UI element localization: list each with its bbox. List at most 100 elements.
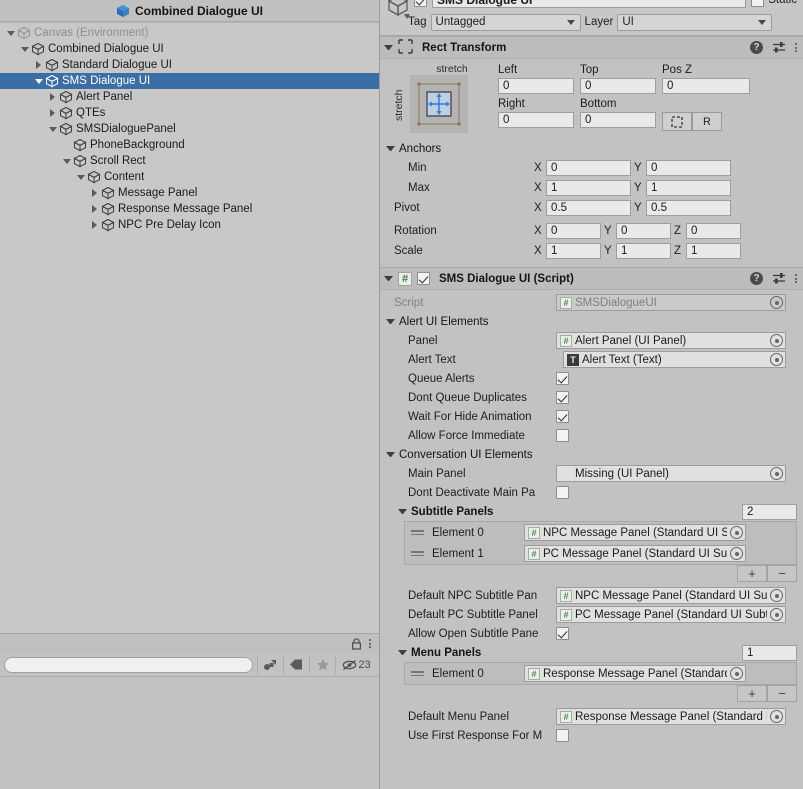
array-element-field[interactable]: # Response Message Panel (Standard (524, 665, 746, 682)
subtitle-panels-size-input[interactable]: 2 (742, 503, 797, 520)
expand-arrow-icon[interactable] (32, 57, 45, 73)
bottom-input[interactable]: 0 (580, 112, 656, 128)
main-panel-field[interactable]: Missing (UI Panel) (556, 465, 786, 482)
expand-arrow-icon[interactable] (32, 73, 45, 89)
object-picker-icon[interactable] (770, 353, 783, 366)
object-picker-icon[interactable] (730, 667, 743, 680)
tag-dropdown[interactable]: Untagged (430, 13, 581, 31)
alert-object-field[interactable]: # Alert Panel (UI Panel) (556, 332, 786, 349)
rotation-z-input[interactable]: 0 (686, 223, 741, 239)
alert-object-field[interactable]: T Alert Text (Text) (563, 351, 786, 368)
alert-ui-elements-foldout[interactable]: Alert UI Elements (386, 312, 797, 331)
default-menu-field[interactable]: # Response Message Panel (Standard l (556, 708, 786, 725)
hierarchy-item-qtes[interactable]: QTEs (0, 105, 379, 121)
anchors-foldout[interactable]: Anchors (386, 139, 797, 158)
hierarchy-item-message-panel[interactable]: Message Panel (0, 185, 379, 201)
expand-arrow-icon[interactable] (74, 169, 87, 185)
object-picker-icon[interactable] (770, 296, 783, 309)
expand-arrow-icon[interactable] (60, 153, 73, 169)
posz-input[interactable]: 0 (662, 78, 750, 94)
expand-arrow-icon[interactable] (60, 137, 73, 153)
hierarchy-tab[interactable]: Combined Dialogue UI (116, 4, 263, 18)
hidden-objects-filter[interactable]: 23 (335, 655, 377, 674)
raw-edit-button[interactable]: R (692, 112, 722, 131)
array-element-field[interactable]: # PC Message Panel (Standard UI Sub (524, 545, 746, 562)
scale-y-input[interactable]: 1 (616, 243, 671, 259)
drag-handle-icon[interactable] (411, 530, 424, 535)
hierarchy-item-alert-panel[interactable]: Alert Panel (0, 89, 379, 105)
anchor-max-x-input[interactable]: 1 (546, 180, 631, 196)
pivot-y-input[interactable]: 0.5 (646, 200, 731, 216)
add-subtitle-panel-button[interactable]: + (737, 565, 767, 582)
gameobject-active-checkbox[interactable] (414, 0, 427, 7)
left-input[interactable]: 0 (498, 78, 574, 94)
anchor-min-x-input[interactable]: 0 (546, 160, 631, 176)
remove-menu-panel-button[interactable]: − (767, 685, 797, 702)
use-first-response-checkbox[interactable] (556, 729, 569, 742)
allow-open-checkbox[interactable] (556, 627, 569, 640)
object-picker-icon[interactable] (730, 526, 743, 539)
object-picker-icon[interactable] (770, 467, 783, 480)
scale-x-input[interactable]: 1 (546, 243, 601, 259)
expand-arrow-icon[interactable] (18, 41, 31, 57)
hierarchy-item-npc-pre-delay-icon[interactable]: NPC Pre Delay Icon (0, 217, 379, 233)
expand-arrow-icon[interactable] (46, 121, 59, 137)
hierarchy-item-canvas-environment[interactable]: Canvas (Environment) (0, 25, 379, 41)
default-pc-field[interactable]: # PC Message Panel (Standard UI Subt (556, 606, 786, 623)
presets-icon[interactable] (772, 272, 786, 285)
object-picker-icon[interactable] (770, 334, 783, 347)
script-enabled-checkbox[interactable] (417, 272, 430, 285)
anchor-preset-widget[interactable]: stretch stretch (386, 63, 498, 135)
expand-arrow-icon[interactable] (88, 217, 101, 233)
kebab-menu-icon[interactable] (369, 639, 371, 648)
favorites-star-icon[interactable] (309, 655, 335, 674)
anchor-max-y-input[interactable]: 1 (646, 180, 731, 196)
alert-checkbox[interactable] (556, 410, 569, 423)
expand-arrow-icon[interactable] (46, 105, 59, 121)
object-picker-icon[interactable] (770, 608, 783, 621)
layer-dropdown[interactable]: UI (617, 13, 773, 31)
static-toggle[interactable]: Static (751, 0, 803, 7)
rotation-y-input[interactable]: 0 (616, 223, 671, 239)
gameobject-name-field[interactable]: SMS Dialogue UI (432, 0, 747, 8)
script-component-header[interactable]: # SMS Dialogue UI (Script) ? (380, 268, 803, 290)
array-element-row[interactable]: Element 0 # NPC Message Panel (Standard UI… (405, 522, 796, 543)
hierarchy-item-smsdialoguepanel[interactable]: SMSDialoguePanel (0, 121, 379, 137)
object-picker-icon[interactable] (770, 710, 783, 723)
expand-arrow-icon[interactable] (46, 89, 59, 105)
blueprint-mode-icon[interactable] (662, 112, 692, 131)
object-picker-icon[interactable] (730, 547, 743, 560)
chevron-down-icon[interactable] (384, 276, 393, 281)
drag-handle-icon[interactable] (411, 551, 424, 556)
chevron-down-icon[interactable] (398, 509, 407, 514)
hierarchy-item-standard-dialogue-ui[interactable]: Standard Dialogue UI (0, 57, 379, 73)
hierarchy-item-phonebackground[interactable]: PhoneBackground (0, 137, 379, 153)
chevron-down-icon[interactable] (386, 319, 395, 324)
hierarchy-item-response-message-panel[interactable]: Response Message Panel (0, 201, 379, 217)
drag-handle-icon[interactable] (411, 671, 424, 676)
scale-z-input[interactable]: 1 (686, 243, 741, 259)
anchor-stretch-icon[interactable] (410, 75, 468, 133)
expand-arrow-icon[interactable] (4, 25, 17, 41)
subtitle-panels-foldout[interactable]: Subtitle Panels 2 (386, 502, 797, 521)
lock-icon[interactable] (351, 637, 362, 650)
array-element-row[interactable]: Element 1 # PC Message Panel (Standard UI … (405, 543, 796, 564)
add-menu-panel-button[interactable]: + (737, 685, 767, 702)
remove-subtitle-panel-button[interactable]: − (767, 565, 797, 582)
hierarchy-tree[interactable]: Canvas (Environment) Combined Dialogue UI… (0, 22, 379, 633)
kebab-menu-icon[interactable] (795, 43, 797, 52)
help-icon[interactable]: ? (750, 272, 763, 285)
kebab-menu-icon[interactable] (795, 274, 797, 283)
static-checkbox[interactable] (751, 0, 765, 7)
right-input[interactable]: 0 (498, 112, 574, 128)
anchor-min-y-input[interactable]: 0 (646, 160, 731, 176)
menu-panels-size-input[interactable]: 1 (742, 644, 797, 661)
hierarchy-item-content[interactable]: Content (0, 169, 379, 185)
array-element-field[interactable]: # NPC Message Panel (Standard UI Su (524, 524, 746, 541)
chevron-down-icon[interactable] (386, 452, 395, 457)
hierarchy-item-scroll-rect[interactable]: Scroll Rect (0, 153, 379, 169)
search-input[interactable] (4, 656, 253, 673)
rect-transform-header[interactable]: Rect Transform ? (380, 37, 803, 59)
object-type-filter-icon[interactable] (257, 655, 283, 674)
alert-checkbox[interactable] (556, 391, 569, 404)
